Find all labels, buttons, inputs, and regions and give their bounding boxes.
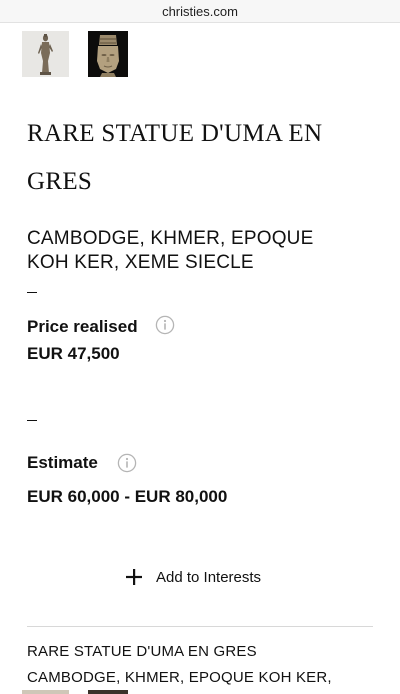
lot-title-line-1: RARE STATUE D'UMA EN xyxy=(27,120,323,147)
thumbnail-statue-full[interactable] xyxy=(22,31,69,77)
statue-head-image xyxy=(88,31,128,77)
add-to-interests-button[interactable]: Add to Interests xyxy=(124,565,261,589)
section-dash xyxy=(27,292,37,293)
url-text: christies.com xyxy=(162,3,238,19)
description-line-1: RARE STATUE D'UMA EN GRES xyxy=(27,643,257,660)
add-to-interests-label: Add to Interests xyxy=(156,568,262,586)
thumbnail-statue-head[interactable] xyxy=(88,31,128,77)
estimate-label: Estimate xyxy=(27,453,98,472)
lot-subtitle: CAMBODGE, KHMER, EPOQUE KOH KER, XEME SI… xyxy=(27,227,377,275)
next-image-peek xyxy=(88,690,128,694)
plus-icon xyxy=(126,569,142,585)
lot-subtitle-line-1: CAMBODGE, KHMER, EPOQUE xyxy=(27,228,314,249)
description-line-2: CAMBODGE, KHMER, EPOQUE KOH KER, xyxy=(27,669,332,686)
info-circle-icon[interactable] xyxy=(155,315,175,335)
browser-url-bar[interactable]: christies.com xyxy=(0,0,400,23)
price-realised-value: EUR 47,500 xyxy=(27,344,120,363)
info-circle-icon[interactable] xyxy=(117,453,137,473)
lot-title-line-2: GRES xyxy=(27,168,93,195)
lot-subtitle-line-2: KOH KER, XEME SIECLE xyxy=(27,252,254,273)
lot-title: RARE STATUE D'UMA EN GRES xyxy=(27,110,377,206)
divider xyxy=(27,626,373,627)
statue-image xyxy=(22,31,69,77)
next-image-peek xyxy=(22,690,69,694)
estimate-value: EUR 60,000 - EUR 80,000 xyxy=(27,487,228,506)
section-dash xyxy=(27,420,37,421)
price-realised-label: Price realised xyxy=(27,317,138,336)
